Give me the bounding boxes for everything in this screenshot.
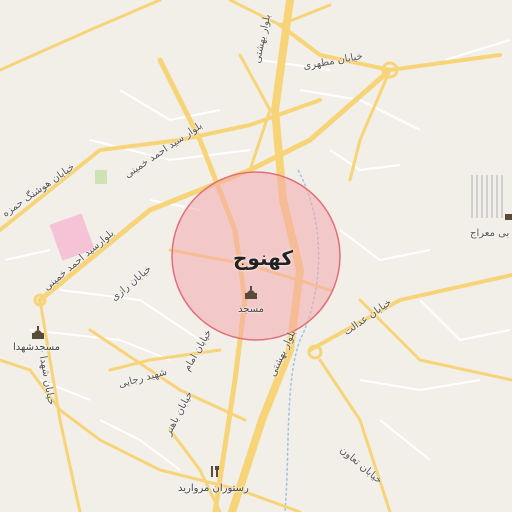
road-label-meraj: بی معراج xyxy=(470,228,510,239)
shop-icon[interactable] xyxy=(505,214,512,220)
field-stripes xyxy=(471,175,503,218)
restaurant-icon[interactable] xyxy=(211,466,219,477)
map-view[interactable]: کهنوج خیابان مطهری بلوار بهشتی بلوار سید… xyxy=(0,0,512,512)
park-area xyxy=(95,170,107,184)
poi-label-restaurant[interactable]: رستوران مروارید xyxy=(178,483,249,494)
mosque-icon[interactable] xyxy=(32,326,44,339)
city-label: کهنوج xyxy=(233,246,293,270)
poi-label-mosque-shohada[interactable]: مسجدشهدا xyxy=(13,342,60,353)
poi-label-mosque[interactable]: مسجد xyxy=(238,304,264,315)
